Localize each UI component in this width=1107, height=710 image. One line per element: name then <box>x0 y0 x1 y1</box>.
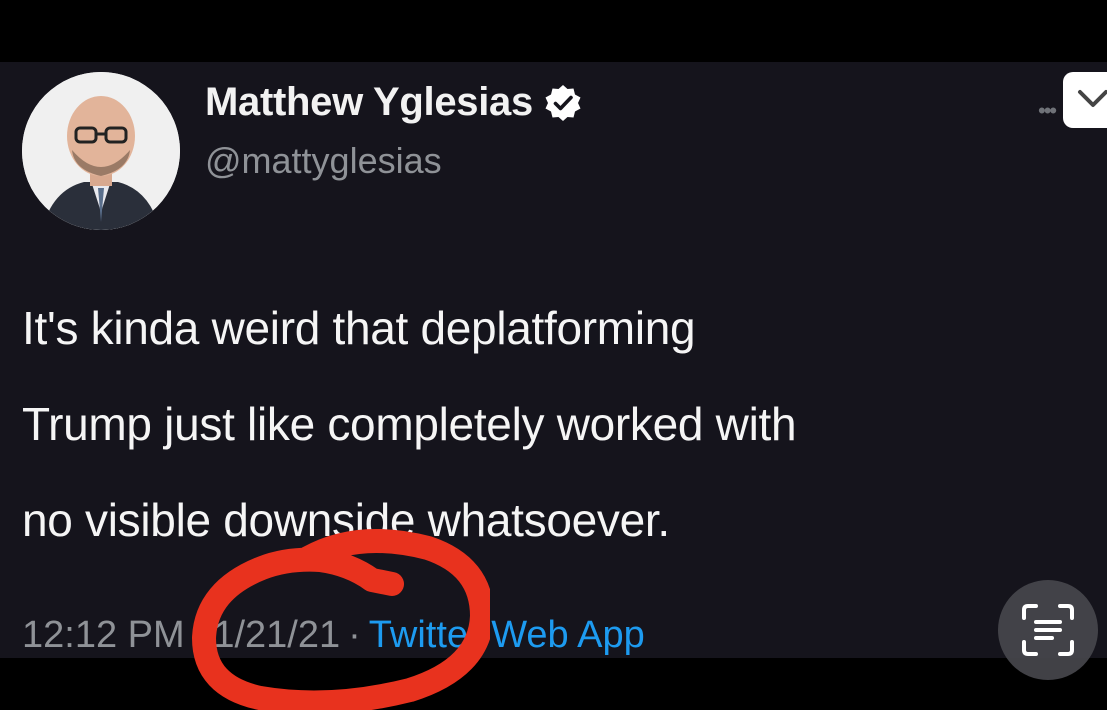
tweet-options-button[interactable] <box>1063 72 1107 128</box>
chevron-down-icon <box>1078 90 1107 107</box>
screenshot-screen: Matthew Yglesias @mattyglesias ••• It's … <box>0 0 1107 710</box>
tweet-text-line: no visible downside whatsoever. <box>22 494 670 546</box>
tweet-time[interactable]: 12:12 PM <box>22 614 185 656</box>
meta-separator: · <box>192 614 206 656</box>
tweet-text: It's kinda weird that deplatforming Trum… <box>22 280 1102 568</box>
tweet-date[interactable]: 1/21/21 <box>213 614 340 656</box>
author-name-row: Matthew Yglesias <box>205 80 583 125</box>
tweet-source-link[interactable]: Twitter Web App <box>369 614 645 656</box>
more-dots-icon[interactable]: ••• <box>1038 98 1057 124</box>
verified-badge-icon <box>543 83 583 123</box>
author-display-name[interactable]: Matthew Yglesias <box>205 80 533 125</box>
tweet-text-line: It's kinda weird that deplatforming <box>22 302 696 354</box>
live-text-scan-button[interactable] <box>998 580 1098 680</box>
text-scan-icon <box>1022 604 1074 656</box>
meta-separator: · <box>348 614 361 656</box>
tweet-metadata: 12:12 PM · 1/21/21 · Twitter Web App <box>22 614 645 657</box>
tweet-card: Matthew Yglesias @mattyglesias ••• It's … <box>0 62 1107 680</box>
avatar[interactable] <box>22 72 180 230</box>
author-handle[interactable]: @mattyglesias <box>205 140 442 182</box>
tweet-text-line: Trump just like completely worked with <box>22 398 797 450</box>
